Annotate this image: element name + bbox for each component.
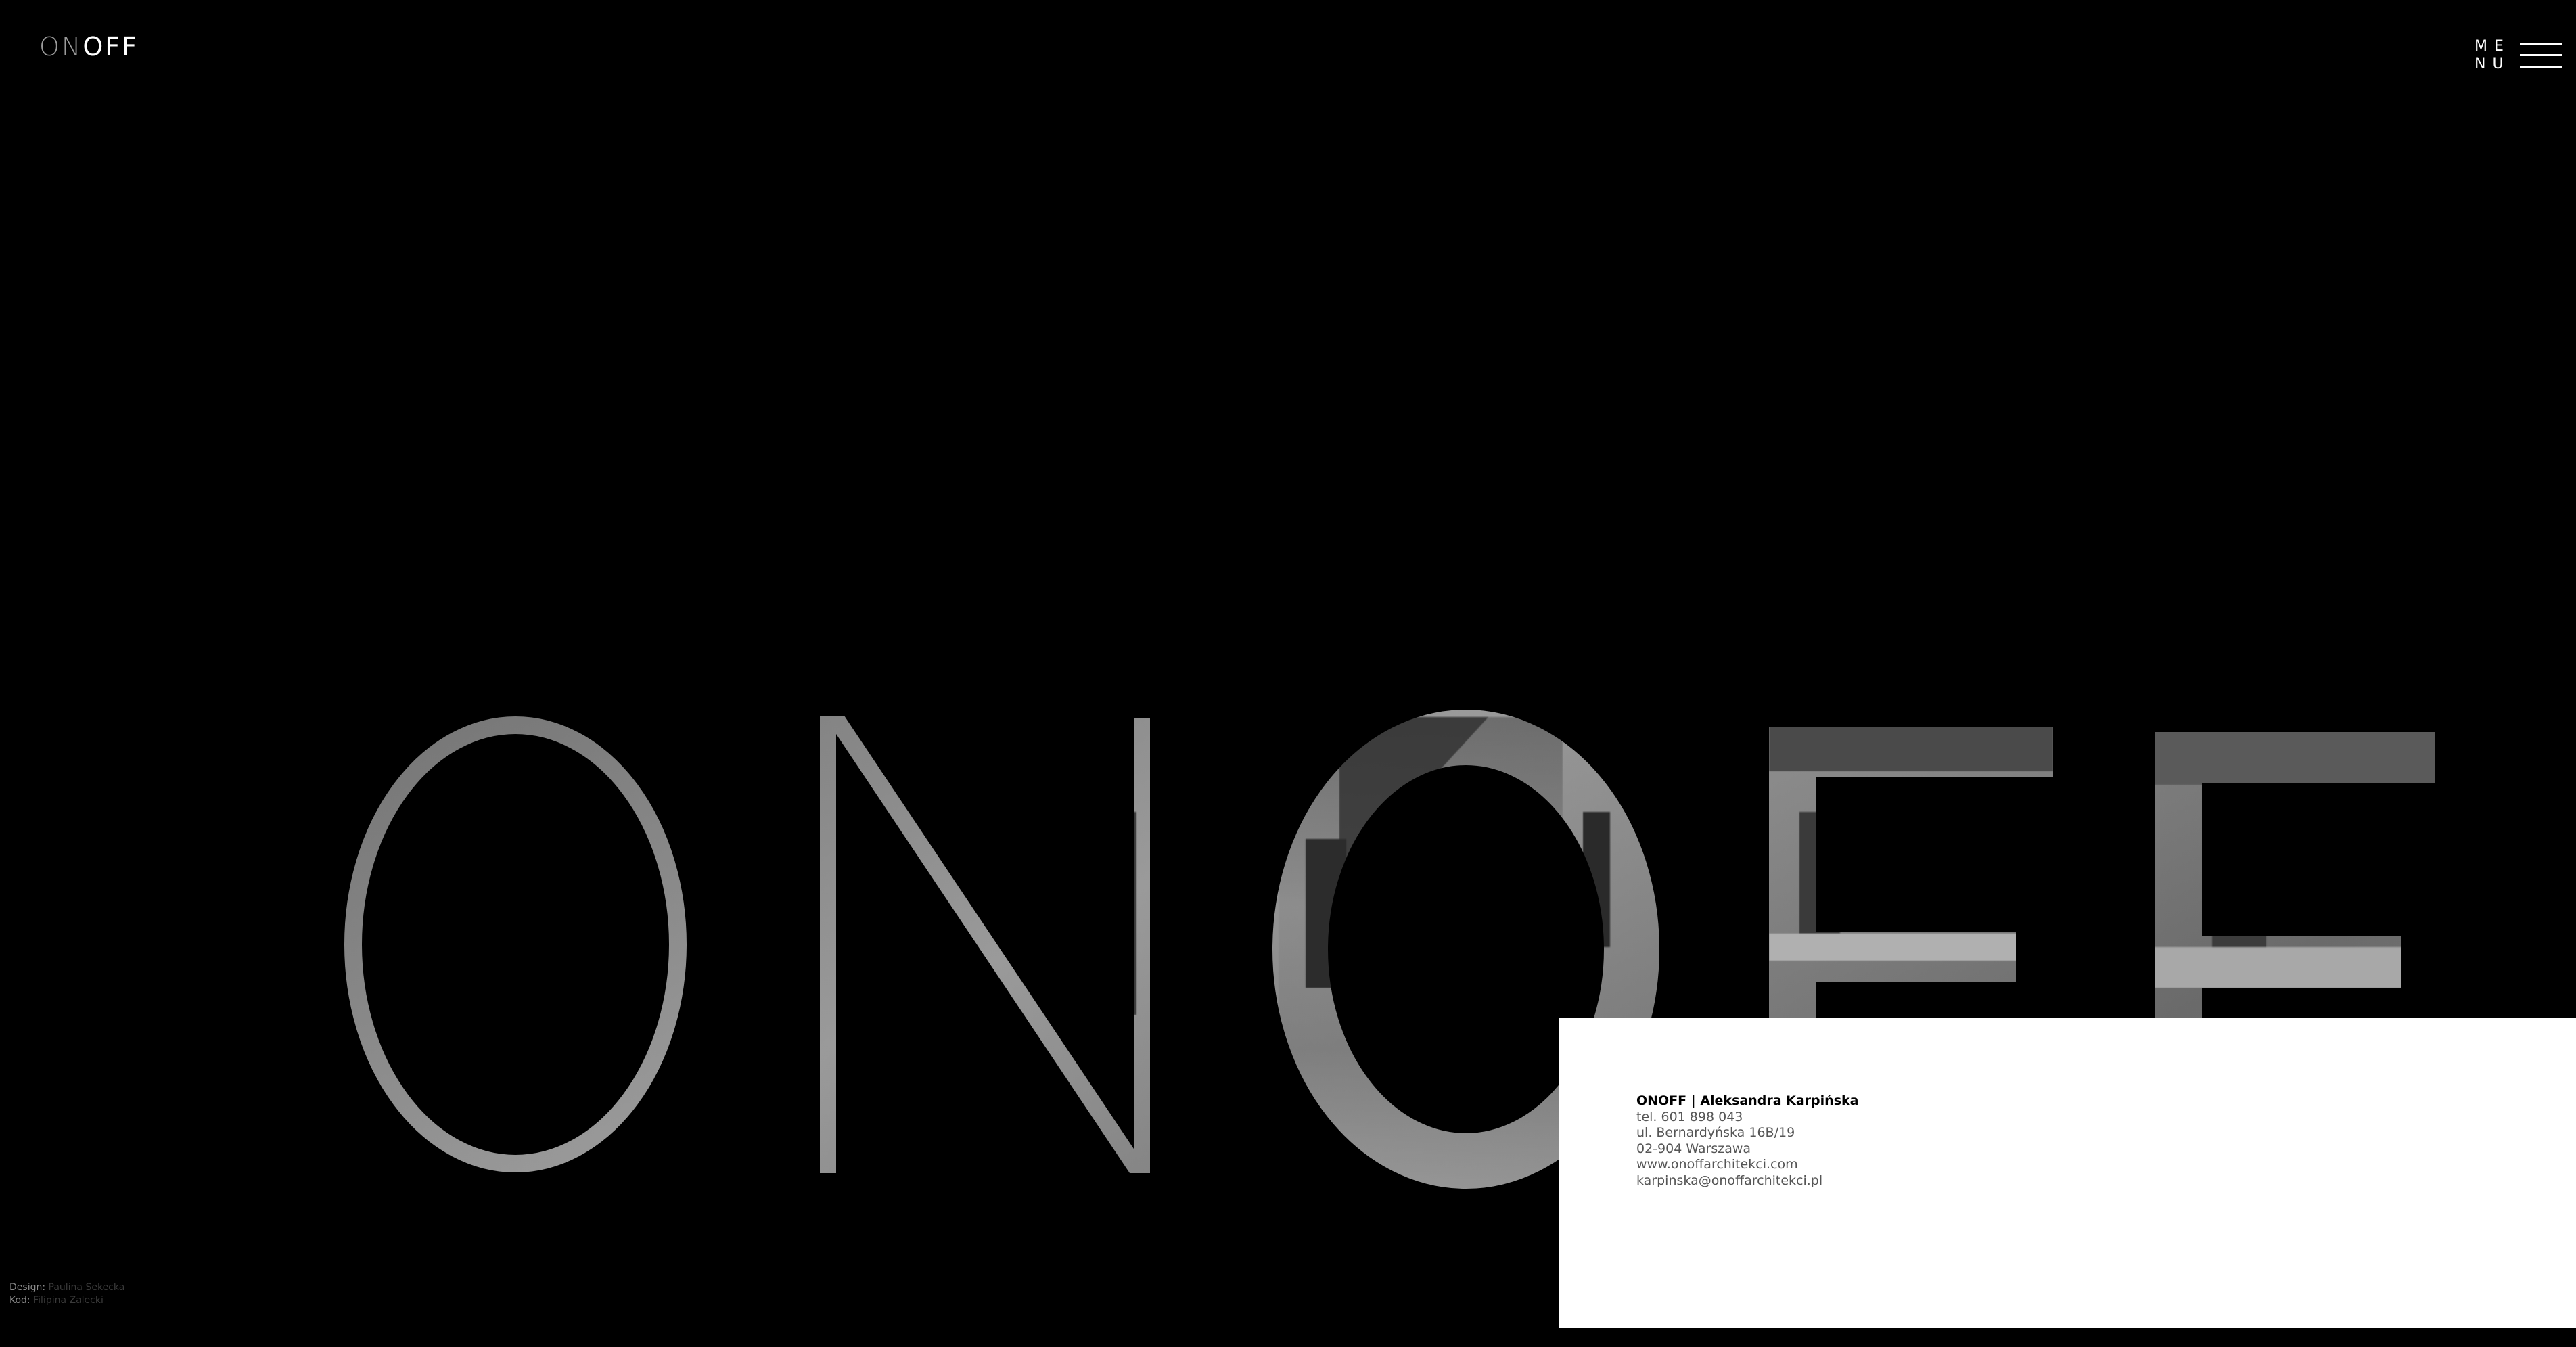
contact-info: ONOFF | Aleksandra Karpińska tel. 601 89… [1636,1093,1858,1189]
contact-email-link[interactable]: karpinska@onoffarchitekci.pl [1636,1173,1858,1189]
contact-city: 02-904 Warszawa [1636,1141,1751,1156]
credit-code-name[interactable]: Filipina Zalecki [33,1295,104,1306]
credit-code-label: Kod: [9,1295,30,1306]
contact-company: ONOFF | Aleksandra Karpińska [1636,1093,1859,1108]
credit-design: Design: Paulina Sekecka [9,1281,124,1294]
contact-street: ul. Bernardyńska 16B/19 [1636,1125,1795,1140]
credit-design-name[interactable]: Paulina Sekecka [49,1282,125,1293]
contact-card: ONOFF | Aleksandra Karpińska tel. 601 89… [1559,1018,2576,1328]
credits: Design: Paulina Sekecka Kod: Filipina Za… [9,1281,124,1307]
contact-website-link[interactable]: www.onoffarchitekci.com [1636,1157,1858,1173]
credit-code: Kod: Filipina Zalecki [9,1294,124,1307]
contact-phone[interactable]: tel. 601 898 043 [1636,1110,1858,1126]
credit-design-label: Design: [9,1282,46,1293]
